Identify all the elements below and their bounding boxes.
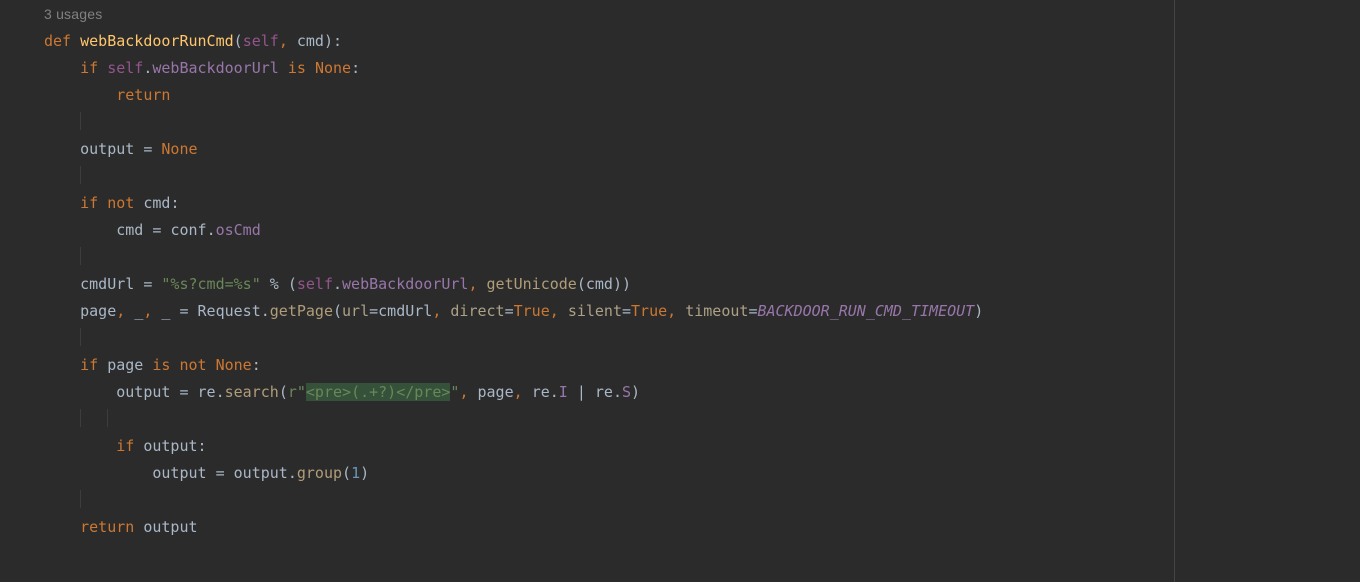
code-line[interactable]: cmdUrl = "%s?cmd=%s" % (self.webBackdoor… [44,275,631,293]
code-line[interactable]: cmd = conf.osCmd [44,221,261,239]
indent-guide [80,409,81,427]
right-margin-guide [1174,0,1175,582]
keyword-def: def [44,32,71,50]
code-line[interactable] [44,491,80,509]
code-line[interactable] [44,329,80,347]
string-literal: "%s?cmd=%s" [161,275,260,293]
code-line[interactable] [44,167,80,185]
code-line[interactable]: if output: [44,437,207,455]
indent-guide [80,328,81,346]
keyword-return: return [116,86,170,104]
code-line[interactable]: output = output.group(1) [44,464,369,482]
indent-guide [80,166,81,184]
indent-guide [107,409,108,427]
indent-guide [80,490,81,508]
code-line[interactable] [44,248,80,266]
code-block[interactable]: def webBackdoorRunCmd(self, cmd): if sel… [44,28,983,541]
function-name: webBackdoorRunCmd [80,32,234,50]
usages-hint[interactable]: 3 usages [44,6,102,22]
code-line[interactable]: output = re.search(r"<pre>(.+?)</pre>", … [44,383,640,401]
regex-highlight: <pre> [306,383,351,401]
code-line[interactable]: if not cmd: [44,194,179,212]
code-line[interactable]: return [44,86,170,104]
code-line[interactable]: def webBackdoorRunCmd(self, cmd): [44,32,342,50]
code-line[interactable]: return output [44,518,198,536]
indent-guide [80,247,81,265]
param-self: self [243,32,279,50]
keyword-if: if [80,59,98,77]
code-line[interactable]: output = None [44,140,198,158]
param-cmd: cmd [297,32,324,50]
indent-guide [80,112,81,130]
code-line[interactable]: page, _, _ = Request.getPage(url=cmdUrl,… [44,302,983,320]
code-editor[interactable]: 3 usages def webBackdoorRunCmd(self, cmd… [0,0,1360,582]
code-line[interactable]: if page is not None: [44,356,261,374]
code-line[interactable] [44,410,107,428]
code-line[interactable]: if self.webBackdoorUrl is None: [44,59,360,77]
code-line[interactable] [44,113,80,131]
